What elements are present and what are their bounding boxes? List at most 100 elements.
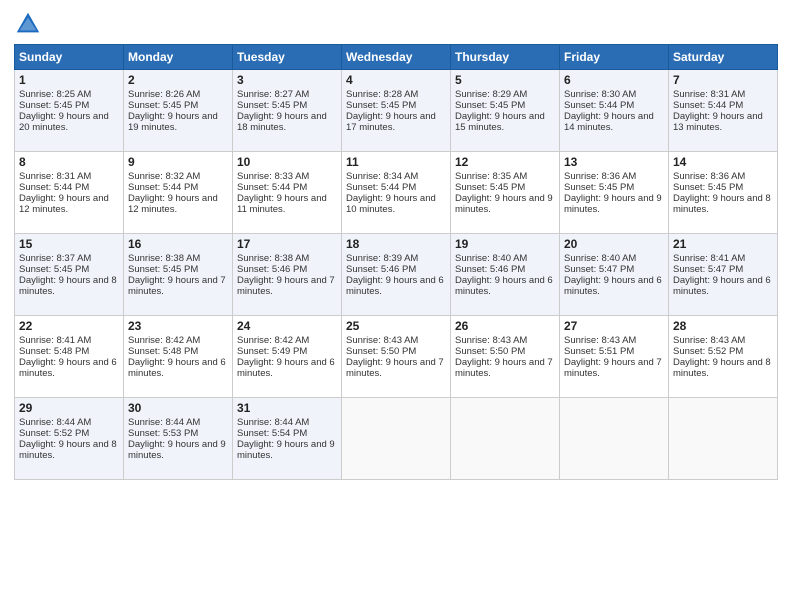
daylight: Daylight: 9 hours and 12 minutes. <box>19 193 109 215</box>
header-cell-friday: Friday <box>560 45 669 70</box>
sunset: Sunset: 5:44 PM <box>346 182 416 193</box>
sunrise: Sunrise: 8:28 AM <box>346 89 418 100</box>
daylight: Daylight: 9 hours and 8 minutes. <box>19 439 117 461</box>
logo-icon <box>14 10 42 38</box>
calendar-cell: 6 Sunrise: 8:30 AM Sunset: 5:44 PM Dayli… <box>560 70 669 152</box>
sunset: Sunset: 5:44 PM <box>673 100 743 111</box>
day-number: 26 <box>455 319 555 333</box>
sunrise: Sunrise: 8:38 AM <box>237 253 309 264</box>
calendar-cell <box>342 398 451 480</box>
calendar-cell: 23 Sunrise: 8:42 AM Sunset: 5:48 PM Dayl… <box>124 316 233 398</box>
calendar-cell: 18 Sunrise: 8:39 AM Sunset: 5:46 PM Dayl… <box>342 234 451 316</box>
sunrise: Sunrise: 8:26 AM <box>128 89 200 100</box>
sunset: Sunset: 5:44 PM <box>128 182 198 193</box>
day-number: 24 <box>237 319 337 333</box>
calendar-cell <box>560 398 669 480</box>
sunset: Sunset: 5:45 PM <box>128 100 198 111</box>
day-number: 21 <box>673 237 773 251</box>
calendar-cell: 31 Sunrise: 8:44 AM Sunset: 5:54 PM Dayl… <box>233 398 342 480</box>
sunset: Sunset: 5:46 PM <box>346 264 416 275</box>
calendar-week-5: 29 Sunrise: 8:44 AM Sunset: 5:52 PM Dayl… <box>15 398 778 480</box>
day-number: 10 <box>237 155 337 169</box>
sunset: Sunset: 5:50 PM <box>455 346 525 357</box>
sunrise: Sunrise: 8:27 AM <box>237 89 309 100</box>
sunrise: Sunrise: 8:44 AM <box>237 417 309 428</box>
day-number: 29 <box>19 401 119 415</box>
calendar-cell: 27 Sunrise: 8:43 AM Sunset: 5:51 PM Dayl… <box>560 316 669 398</box>
calendar-header: SundayMondayTuesdayWednesdayThursdayFrid… <box>15 45 778 70</box>
sunrise: Sunrise: 8:38 AM <box>128 253 200 264</box>
calendar-cell: 22 Sunrise: 8:41 AM Sunset: 5:48 PM Dayl… <box>15 316 124 398</box>
day-number: 4 <box>346 73 446 87</box>
sunset: Sunset: 5:47 PM <box>564 264 634 275</box>
header-cell-tuesday: Tuesday <box>233 45 342 70</box>
calendar-cell: 5 Sunrise: 8:29 AM Sunset: 5:45 PM Dayli… <box>451 70 560 152</box>
day-number: 22 <box>19 319 119 333</box>
calendar-week-2: 8 Sunrise: 8:31 AM Sunset: 5:44 PM Dayli… <box>15 152 778 234</box>
day-number: 5 <box>455 73 555 87</box>
calendar-table: SundayMondayTuesdayWednesdayThursdayFrid… <box>14 44 778 480</box>
daylight: Daylight: 9 hours and 20 minutes. <box>19 111 109 133</box>
day-number: 31 <box>237 401 337 415</box>
daylight: Daylight: 9 hours and 13 minutes. <box>673 111 763 133</box>
daylight: Daylight: 9 hours and 14 minutes. <box>564 111 654 133</box>
sunrise: Sunrise: 8:42 AM <box>128 335 200 346</box>
sunrise: Sunrise: 8:44 AM <box>128 417 200 428</box>
sunrise: Sunrise: 8:42 AM <box>237 335 309 346</box>
day-number: 23 <box>128 319 228 333</box>
sunset: Sunset: 5:45 PM <box>19 264 89 275</box>
logo <box>14 10 44 38</box>
calendar-cell: 25 Sunrise: 8:43 AM Sunset: 5:50 PM Dayl… <box>342 316 451 398</box>
calendar-cell: 8 Sunrise: 8:31 AM Sunset: 5:44 PM Dayli… <box>15 152 124 234</box>
sunset: Sunset: 5:45 PM <box>128 264 198 275</box>
sunrise: Sunrise: 8:43 AM <box>673 335 745 346</box>
day-number: 12 <box>455 155 555 169</box>
day-number: 8 <box>19 155 119 169</box>
calendar-cell: 3 Sunrise: 8:27 AM Sunset: 5:45 PM Dayli… <box>233 70 342 152</box>
sunrise: Sunrise: 8:41 AM <box>19 335 91 346</box>
calendar-week-1: 1 Sunrise: 8:25 AM Sunset: 5:45 PM Dayli… <box>15 70 778 152</box>
day-number: 28 <box>673 319 773 333</box>
sunset: Sunset: 5:51 PM <box>564 346 634 357</box>
calendar-body: 1 Sunrise: 8:25 AM Sunset: 5:45 PM Dayli… <box>15 70 778 480</box>
sunrise: Sunrise: 8:31 AM <box>673 89 745 100</box>
calendar-cell: 26 Sunrise: 8:43 AM Sunset: 5:50 PM Dayl… <box>451 316 560 398</box>
calendar-cell: 1 Sunrise: 8:25 AM Sunset: 5:45 PM Dayli… <box>15 70 124 152</box>
header-cell-sunday: Sunday <box>15 45 124 70</box>
header-cell-thursday: Thursday <box>451 45 560 70</box>
calendar-cell: 28 Sunrise: 8:43 AM Sunset: 5:52 PM Dayl… <box>669 316 778 398</box>
calendar-cell: 11 Sunrise: 8:34 AM Sunset: 5:44 PM Dayl… <box>342 152 451 234</box>
calendar-cell: 10 Sunrise: 8:33 AM Sunset: 5:44 PM Dayl… <box>233 152 342 234</box>
daylight: Daylight: 9 hours and 7 minutes. <box>128 275 226 297</box>
calendar-cell: 19 Sunrise: 8:40 AM Sunset: 5:46 PM Dayl… <box>451 234 560 316</box>
daylight: Daylight: 9 hours and 7 minutes. <box>455 357 553 379</box>
calendar-cell: 9 Sunrise: 8:32 AM Sunset: 5:44 PM Dayli… <box>124 152 233 234</box>
calendar-cell: 17 Sunrise: 8:38 AM Sunset: 5:46 PM Dayl… <box>233 234 342 316</box>
calendar-week-3: 15 Sunrise: 8:37 AM Sunset: 5:45 PM Dayl… <box>15 234 778 316</box>
daylight: Daylight: 9 hours and 15 minutes. <box>455 111 545 133</box>
daylight: Daylight: 9 hours and 11 minutes. <box>237 193 327 215</box>
day-number: 7 <box>673 73 773 87</box>
calendar-cell: 12 Sunrise: 8:35 AM Sunset: 5:45 PM Dayl… <box>451 152 560 234</box>
sunset: Sunset: 5:45 PM <box>19 100 89 111</box>
sunrise: Sunrise: 8:44 AM <box>19 417 91 428</box>
daylight: Daylight: 9 hours and 7 minutes. <box>346 357 444 379</box>
day-number: 13 <box>564 155 664 169</box>
daylight: Daylight: 9 hours and 6 minutes. <box>346 275 444 297</box>
sunrise: Sunrise: 8:43 AM <box>346 335 418 346</box>
sunrise: Sunrise: 8:30 AM <box>564 89 636 100</box>
daylight: Daylight: 9 hours and 6 minutes. <box>455 275 553 297</box>
header-row: SundayMondayTuesdayWednesdayThursdayFrid… <box>15 45 778 70</box>
daylight: Daylight: 9 hours and 6 minutes. <box>19 357 117 379</box>
day-number: 6 <box>564 73 664 87</box>
day-number: 27 <box>564 319 664 333</box>
page-container: SundayMondayTuesdayWednesdayThursdayFrid… <box>0 0 792 488</box>
calendar-cell: 24 Sunrise: 8:42 AM Sunset: 5:49 PM Dayl… <box>233 316 342 398</box>
calendar-cell: 4 Sunrise: 8:28 AM Sunset: 5:45 PM Dayli… <box>342 70 451 152</box>
calendar-cell: 13 Sunrise: 8:36 AM Sunset: 5:45 PM Dayl… <box>560 152 669 234</box>
daylight: Daylight: 9 hours and 8 minutes. <box>673 193 771 215</box>
sunset: Sunset: 5:44 PM <box>564 100 634 111</box>
day-number: 19 <box>455 237 555 251</box>
sunrise: Sunrise: 8:31 AM <box>19 171 91 182</box>
daylight: Daylight: 9 hours and 6 minutes. <box>128 357 226 379</box>
